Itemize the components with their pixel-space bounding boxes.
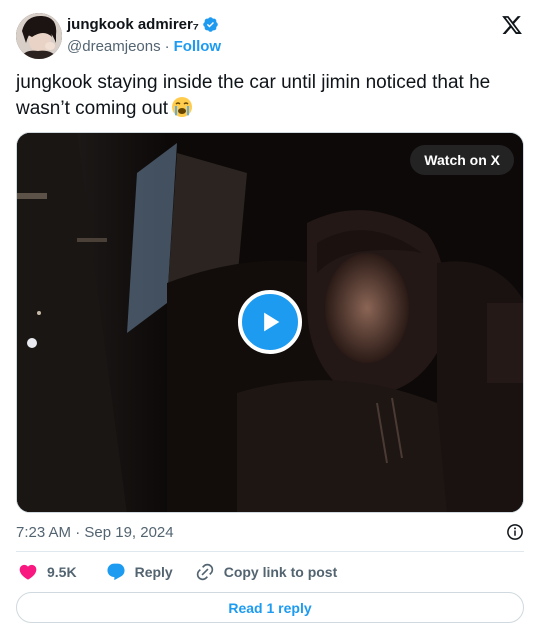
tweet-embed-card: jungkook admirer₇ @dreamjeons · Follow j…	[0, 0, 540, 639]
copy-link-label: Copy link to post	[223, 564, 338, 580]
play-button[interactable]	[238, 290, 302, 354]
heart-icon	[19, 564, 37, 580]
watch-on-x-button[interactable]: Watch on X	[410, 145, 514, 175]
play-icon	[264, 312, 280, 332]
tweet-text-content: jungkook staying inside the car until ji…	[16, 72, 491, 119]
follow-button[interactable]: Follow	[174, 38, 222, 55]
tweet-text: jungkook staying inside the car until ji…	[16, 70, 521, 122]
video-media[interactable]: Watch on X	[16, 132, 524, 513]
like-count: 9.5K	[47, 564, 77, 580]
author-display-name[interactable]: jungkook admirer₇	[67, 16, 199, 33]
copy-link-button[interactable]: Copy link to post	[195, 562, 338, 582]
tweet-timestamp[interactable]: 7:23 AM · Sep 19, 2024	[16, 524, 174, 541]
link-icon	[196, 563, 213, 581]
author-handle[interactable]: @dreamjeons	[67, 38, 161, 55]
reply-label: Reply	[134, 564, 173, 580]
author-avatar[interactable]	[16, 13, 62, 59]
divider	[16, 551, 524, 552]
like-button[interactable]: 9.5K	[18, 562, 77, 582]
speech-bubble-icon	[107, 563, 125, 581]
read-reply-button[interactable]: Read 1 reply	[16, 592, 524, 623]
loudly-crying-face-icon	[171, 96, 193, 118]
x-logo-icon[interactable]	[501, 14, 523, 36]
separator-dot: ·	[164, 38, 170, 55]
info-icon[interactable]	[506, 523, 524, 541]
reply-button[interactable]: Reply	[106, 562, 173, 582]
verified-badge-icon	[202, 16, 219, 33]
